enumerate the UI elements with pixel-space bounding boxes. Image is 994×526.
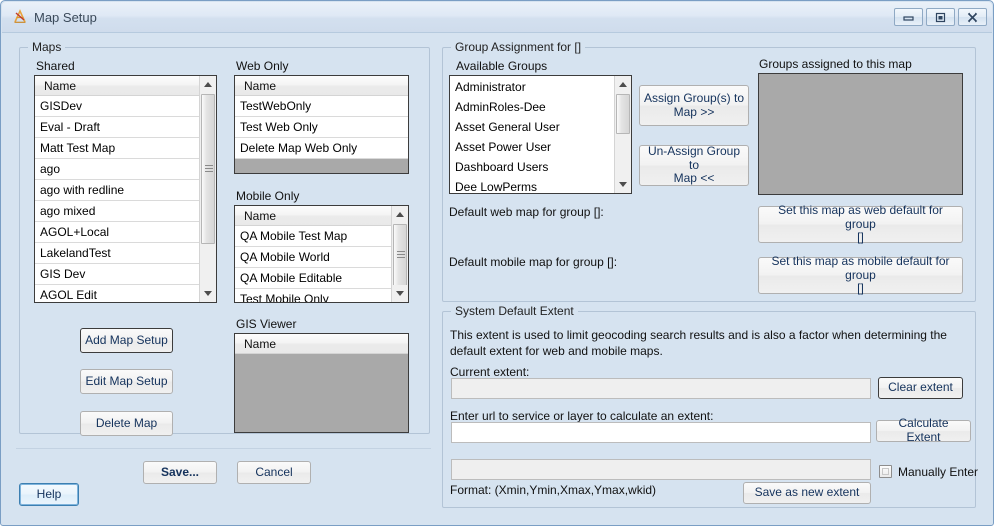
- list-item[interactable]: AGOL Edit: [35, 285, 216, 302]
- list-item[interactable]: TestWebOnly: [235, 96, 408, 117]
- mobile-only-list-rows: QA Mobile Test Map QA Mobile World QA Mo…: [235, 226, 408, 302]
- list-item[interactable]: QA Mobile Editable: [235, 268, 408, 289]
- maps-group-title: Maps: [28, 40, 66, 54]
- list-item[interactable]: GIS Dev: [35, 264, 216, 285]
- list-item[interactable]: ago with redline: [35, 180, 216, 201]
- shared-list-header: Name: [35, 76, 216, 96]
- assigned-groups-list[interactable]: [758, 73, 963, 195]
- available-groups-label: Available Groups: [456, 59, 548, 73]
- web-only-list-header: Name: [235, 76, 408, 96]
- edit-map-setup-button[interactable]: Edit Map Setup: [80, 369, 173, 394]
- list-item[interactable]: LakelandTest: [35, 243, 216, 264]
- shared-list-rows: GISDev Eval - Draft Matt Test Map ago ag…: [35, 96, 216, 302]
- groups-assigned-label: Groups assigned to this map: [759, 57, 912, 71]
- maximize-button[interactable]: [926, 8, 955, 26]
- list-item[interactable]: Asset Power User: [450, 137, 631, 157]
- available-groups-list[interactable]: Administrator AdminRoles-Dee Asset Gener…: [449, 75, 632, 194]
- checkbox-inner: [882, 468, 889, 475]
- current-extent-input[interactable]: [451, 378, 871, 399]
- list-item[interactable]: QA Mobile World: [235, 247, 408, 268]
- list-item[interactable]: Test Web Only: [235, 117, 408, 138]
- list-item[interactable]: ago mixed: [35, 201, 216, 222]
- title-bar: Map Setup: [2, 2, 992, 33]
- mobile-only-list-scrollbar[interactable]: [391, 206, 408, 302]
- scroll-down-icon[interactable]: [615, 176, 631, 193]
- manual-extent-input[interactable]: [451, 459, 871, 480]
- gis-viewer-list[interactable]: Name: [234, 333, 409, 433]
- help-button[interactable]: Help: [19, 483, 79, 506]
- mobile-only-list-header: Name: [235, 206, 408, 226]
- clear-extent-button[interactable]: Clear extent: [878, 377, 963, 399]
- web-only-list[interactable]: Name TestWebOnly Test Web Only Delete Ma…: [234, 75, 409, 174]
- minimize-button[interactable]: [894, 8, 923, 26]
- default-web-map-label: Default web map for group []:: [449, 205, 604, 219]
- map-setup-icon: [11, 8, 29, 26]
- list-item[interactable]: Matt Test Map: [35, 138, 216, 159]
- mobile-only-label: Mobile Only: [236, 189, 300, 203]
- window-title: Map Setup: [34, 10, 97, 25]
- shared-list[interactable]: Name GISDev Eval - Draft Matt Test Map a…: [34, 75, 217, 303]
- available-groups-scrollbar[interactable]: [614, 76, 631, 193]
- extent-url-label: Enter url to service or layer to calcula…: [450, 409, 714, 423]
- footer-divider: [16, 448, 431, 449]
- save-as-new-extent-button[interactable]: Save as new extent: [743, 482, 871, 504]
- list-item[interactable]: ago: [35, 159, 216, 180]
- save-button[interactable]: Save...: [143, 461, 217, 484]
- extent-format-label: Format: (Xmin,Ymin,Xmax,Ymax,wkid): [450, 483, 657, 497]
- map-setup-window: Map Setup Maps Shared Name GISDev Eval -…: [0, 0, 994, 526]
- scroll-down-icon[interactable]: [392, 285, 408, 302]
- scrollbar-thumb[interactable]: [393, 224, 407, 286]
- web-only-list-rows: TestWebOnly Test Web Only Delete Map Web…: [235, 96, 408, 159]
- default-mobile-map-label: Default mobile map for group []:: [449, 255, 618, 269]
- manually-enter-label: Manually Enter: [898, 465, 979, 479]
- shared-list-scrollbar[interactable]: [199, 76, 216, 302]
- web-only-label: Web Only: [236, 59, 289, 73]
- add-map-setup-button[interactable]: Add Map Setup: [80, 328, 173, 353]
- assign-groups-to-map-button[interactable]: Assign Group(s) to Map >>: [639, 85, 749, 126]
- close-button[interactable]: [958, 8, 987, 26]
- window-controls: [894, 8, 987, 26]
- available-groups-rows: Administrator AdminRoles-Dee Asset Gener…: [450, 76, 631, 193]
- list-item[interactable]: Eval - Draft: [35, 117, 216, 138]
- mobile-only-list[interactable]: Name QA Mobile Test Map QA Mobile World …: [234, 205, 409, 303]
- shared-label: Shared: [36, 59, 75, 73]
- list-item[interactable]: AGOL+Local: [35, 222, 216, 243]
- gis-viewer-list-header: Name: [235, 334, 408, 354]
- group-assignment-title: Group Assignment for []: [451, 40, 586, 54]
- current-extent-label: Current extent:: [450, 365, 530, 379]
- extent-url-input[interactable]: [451, 422, 871, 443]
- delete-map-button[interactable]: Delete Map: [80, 411, 173, 436]
- cancel-button[interactable]: Cancel: [237, 461, 311, 484]
- calculate-extent-button[interactable]: Calculate Extent: [876, 416, 971, 444]
- set-web-default-button[interactable]: Set this map as web default for group []: [758, 203, 963, 244]
- scrollbar-thumb[interactable]: [616, 94, 630, 134]
- system-default-extent-title: System Default Extent: [451, 304, 578, 318]
- list-item[interactable]: Dashboard Users: [450, 157, 631, 177]
- unassign-group-from-map-button[interactable]: Un-Assign Group to Map <<: [639, 144, 749, 186]
- scrollbar-thumb[interactable]: [201, 94, 215, 244]
- extent-description: This extent is used to limit geocoding s…: [450, 328, 947, 359]
- scroll-up-icon[interactable]: [392, 206, 408, 223]
- scrollbar-grip-icon: [397, 251, 405, 259]
- scroll-up-icon[interactable]: [200, 76, 216, 93]
- list-item[interactable]: Asset General User: [450, 117, 631, 137]
- set-mobile-default-button[interactable]: Set this map as mobile default for group…: [758, 254, 963, 295]
- list-item[interactable]: GISDev: [35, 96, 216, 117]
- scroll-down-icon[interactable]: [200, 285, 216, 302]
- gis-viewer-label: GIS Viewer: [236, 317, 297, 331]
- manually-enter-checkbox[interactable]: [879, 465, 892, 478]
- scroll-up-icon[interactable]: [615, 76, 631, 93]
- list-item[interactable]: Test Mobile Only: [235, 289, 408, 302]
- list-item[interactable]: Delete Map Web Only: [235, 138, 408, 159]
- list-item[interactable]: Administrator: [450, 77, 631, 97]
- scrollbar-grip-icon: [205, 165, 213, 173]
- list-item[interactable]: QA Mobile Test Map: [235, 226, 408, 247]
- list-item[interactable]: Dee LowPerms: [450, 177, 631, 193]
- list-item[interactable]: AdminRoles-Dee: [450, 97, 631, 117]
